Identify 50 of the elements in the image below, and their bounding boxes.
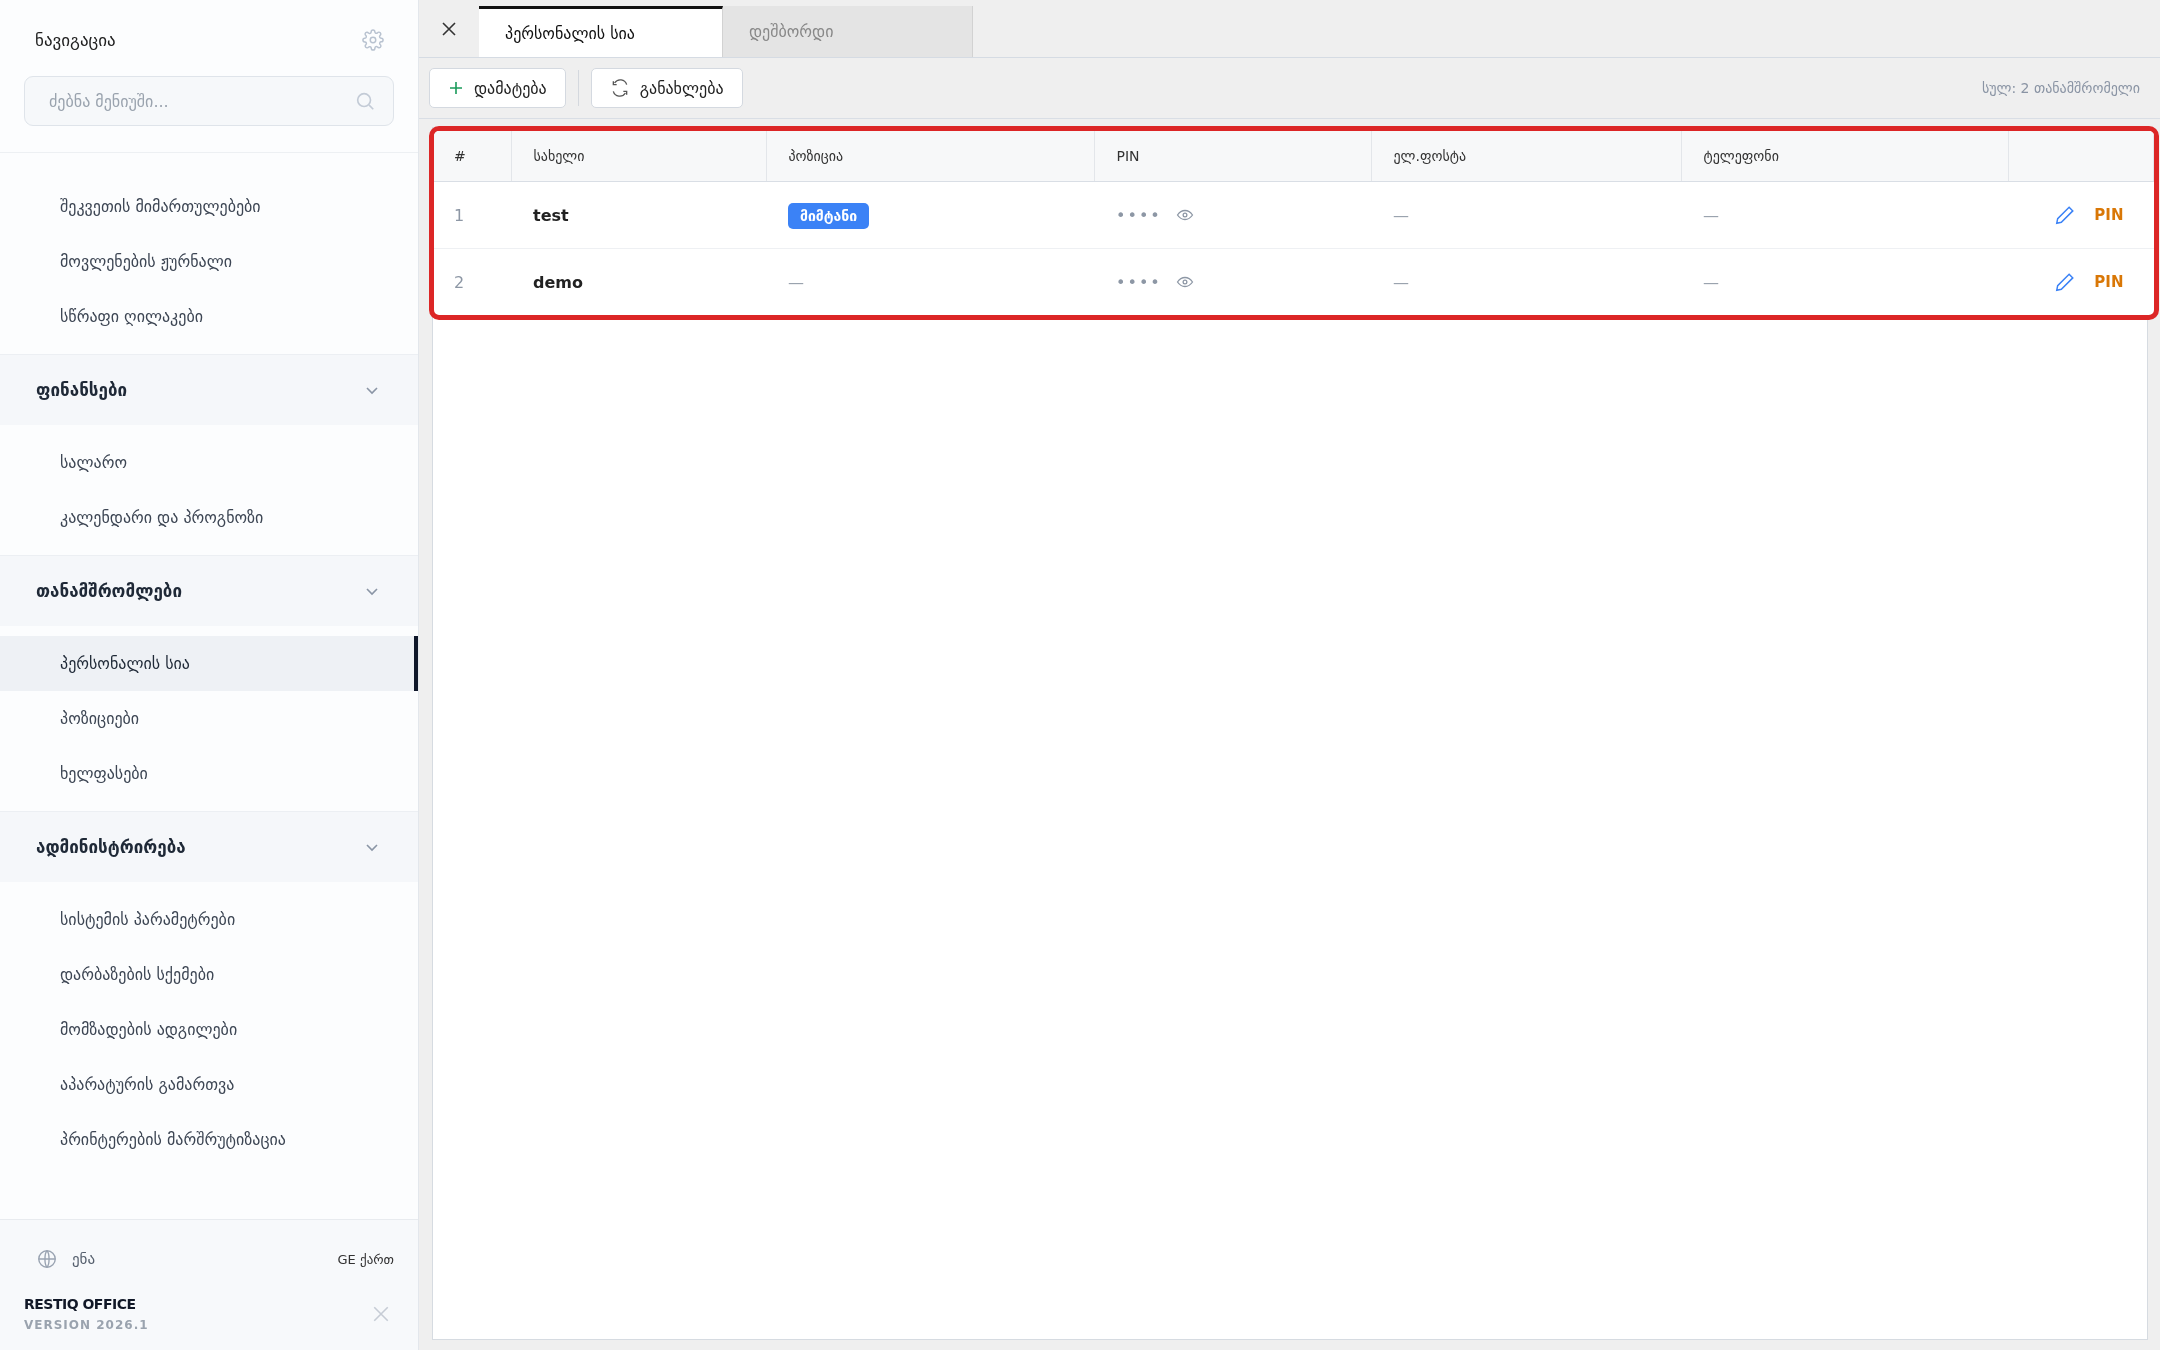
sidebar-item[interactable]: პერსონალის სია <box>0 636 418 691</box>
column-header: პოზიცია <box>766 131 1094 182</box>
sidebar-item[interactable]: დარბაზების სქემები <box>0 947 418 1002</box>
column-header: ტელეფონი <box>1681 131 2008 182</box>
position-tag: მიმტანი <box>788 202 870 229</box>
sidebar-item[interactable]: სწრაფი ღილაკები <box>0 289 418 344</box>
name-cell: demo <box>533 272 583 292</box>
total-count: სულ: 2 თანამშრომელი <box>1981 80 2141 96</box>
masked-pin: •••• <box>1116 205 1162 225</box>
language-label: ენა <box>72 1250 97 1268</box>
group-header[interactable]: ადმინისტრირება <box>0 811 418 882</box>
position-cell: — <box>788 272 804 292</box>
phone-cell: — <box>1703 272 1719 292</box>
sidebar-item[interactable]: შეკვეთის მიმართულებები <box>0 179 418 234</box>
sidebar-item[interactable]: კალენდარი და პროგნოზი <box>0 490 418 545</box>
sidebar-item[interactable]: აპარატურის გამართვა <box>0 1057 418 1112</box>
refresh-button[interactable]: განახლება <box>590 68 743 108</box>
plus-icon <box>448 80 464 96</box>
globe-icon <box>36 1248 58 1270</box>
column-header: PIN <box>1094 131 1371 182</box>
language-selector[interactable]: GE ქართ <box>337 1251 394 1267</box>
add-button[interactable]: დამატება <box>429 68 566 108</box>
version-label: VERSION 2026.1 <box>24 1318 149 1332</box>
sidebar-item[interactable]: მომზადების ადგილები <box>0 1002 418 1057</box>
search-icon <box>354 90 376 112</box>
email-cell: — <box>1393 272 1409 292</box>
sidebar-item[interactable]: პოზიციები <box>0 691 418 746</box>
tab[interactable]: პერსონალის სია <box>479 6 723 57</box>
row-number: 1 <box>454 205 465 225</box>
close-icon <box>441 20 457 37</box>
name-cell: test <box>533 205 569 225</box>
settings-icon[interactable] <box>362 29 384 51</box>
search-field[interactable]: ძებნა მენიუში... <box>24 76 394 126</box>
sidebar-title: ნავიგაცია <box>35 30 116 50</box>
close-icon[interactable] <box>372 1305 390 1323</box>
group-header[interactable]: თანამშრომლები <box>0 555 418 626</box>
column-header: # <box>434 131 511 182</box>
sidebar-item[interactable]: პრინტერების მარშრუტიზაცია <box>0 1112 418 1167</box>
sidebar-item[interactable]: მოვლენების ჟურნალი <box>0 234 418 289</box>
sidebar-item[interactable]: სისტემის პარამეტრები <box>0 892 418 947</box>
column-header: სახელი <box>511 131 766 182</box>
masked-pin: •••• <box>1116 272 1162 292</box>
group-header[interactable]: ფინანსები <box>0 354 418 425</box>
phone-cell: — <box>1703 205 1719 225</box>
sidebar-item[interactable]: სალარო <box>0 435 418 490</box>
row-number: 2 <box>454 272 465 292</box>
sidebar-item[interactable]: ხელფასები <box>0 746 418 801</box>
email-cell: — <box>1393 205 1409 225</box>
brand-name: RESTIQ OFFICE <box>24 1296 137 1312</box>
column-header: ელ.ფოსტა <box>1371 131 1681 182</box>
